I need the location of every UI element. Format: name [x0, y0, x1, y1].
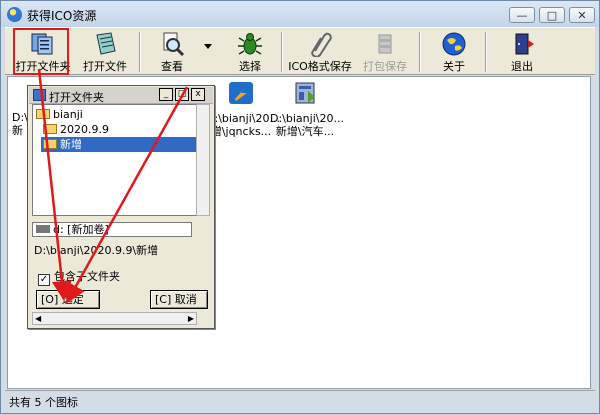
select-label: 选择	[239, 60, 261, 73]
dialog-maximize-button[interactable]: □	[175, 88, 189, 101]
folder-open-icon	[43, 139, 57, 149]
check-icon: ✓	[38, 274, 50, 286]
file-path-line: D:\	[12, 111, 28, 124]
toolbar-separator	[419, 32, 421, 72]
view-button[interactable]: 查看	[147, 28, 197, 75]
dialog-title: 打开文件夹	[49, 91, 104, 104]
tree-item-label: 2020.9.9	[60, 123, 109, 136]
folder-icon	[33, 89, 46, 101]
toolbar-separator	[139, 32, 141, 72]
view-label: 查看	[161, 60, 183, 73]
door-icon	[515, 33, 534, 55]
tree-item[interactable]: bianji	[36, 107, 83, 122]
include-subfolders-label: 包含子文件夹	[54, 270, 120, 283]
drive-select[interactable]: d: [新加卷]	[32, 222, 192, 237]
current-path: D:\bianji\2020.9.9\新增	[34, 244, 159, 257]
open-folder-dialog: 打开文件夹 _ □ x bianji 2020.9.9 新增 d: [新加卷] …	[27, 85, 215, 329]
toolbar-separator	[485, 32, 487, 72]
ok-button[interactable]: [O] 选定	[36, 290, 100, 309]
globe-icon	[7, 7, 22, 22]
file-path-line: D:\bianji\20...	[206, 112, 280, 125]
list-item[interactable]: D:\bianji\20... 增\jqncks...	[206, 79, 280, 138]
tree-item-label: bianji	[53, 108, 83, 121]
dialog-horizontal-scrollbar[interactable]: ◀ ▶	[32, 312, 197, 325]
include-subfolders-checkbox[interactable]: ✓ 包含子文件夹	[38, 268, 120, 286]
minimize-button[interactable]: —	[509, 7, 535, 23]
title-bar: 获得ICO资源 — □ ✕	[1, 1, 599, 27]
tree-scrollbar[interactable]	[196, 104, 210, 216]
list-item[interactable]: D:\bianji\20... 新增\汽车...	[270, 79, 344, 138]
open-file-button[interactable]: 打开文件	[77, 28, 133, 75]
toolbar: 打开文件夹 打开文件 查看 选择 ICO格式保存 打包保存 关于 退出	[5, 27, 595, 75]
tree-item-selected[interactable]: 新增	[41, 137, 196, 152]
about-label: 关于	[443, 60, 465, 73]
file-installer-icon	[295, 82, 315, 104]
tree-item[interactable]: 2020.9.9	[43, 122, 109, 137]
main-window: 获得ICO资源 — □ ✕ 打开文件夹 打开文件 查看 选择 ICO格式保存 打…	[0, 0, 600, 414]
view-dropdown-button[interactable]	[201, 28, 215, 75]
magnifier-icon	[163, 32, 185, 57]
close-button[interactable]: ✕	[569, 7, 595, 23]
file-app-icon	[229, 82, 253, 104]
ico-save-label: ICO格式保存	[288, 60, 352, 73]
bug-icon	[238, 33, 262, 55]
about-button[interactable]: 关于	[429, 28, 479, 75]
list-item[interactable]: D:\ 新	[12, 111, 28, 137]
tree-item-label: 新增	[60, 138, 82, 151]
scroll-left-icon: ◀	[35, 314, 42, 323]
file-path-line: 新	[12, 124, 23, 137]
dialog-minimize-button[interactable]: _	[159, 88, 173, 101]
file-path-line: D:\bianji\20...	[270, 112, 344, 125]
maximize-button[interactable]: □	[539, 7, 565, 23]
drive-icon	[36, 225, 50, 233]
cancel-button[interactable]: [C] 取消	[150, 290, 208, 309]
open-file-label: 打开文件	[83, 60, 127, 73]
pack-save-label: 打包保存	[363, 60, 407, 73]
chevron-down-icon	[204, 44, 212, 49]
status-bar: 共有 5 个图标	[5, 390, 595, 410]
ico-save-button[interactable]: ICO格式保存	[287, 28, 353, 75]
archive-icon	[378, 34, 392, 54]
toolbar-separator	[281, 32, 283, 72]
window-title: 获得ICO资源	[27, 9, 97, 23]
dialog-title-bar: 打开文件夹 _ □ x	[29, 87, 213, 104]
file-path-line: 新增\汽车...	[275, 125, 335, 138]
drive-label: d: [新加卷]	[53, 223, 109, 236]
globe-icon	[442, 32, 466, 56]
select-button[interactable]: 选择	[225, 28, 275, 75]
exit-label: 退出	[511, 60, 533, 73]
annotation-highlight-box	[13, 28, 69, 75]
folder-open-icon	[43, 124, 57, 134]
file-path-line: 增\jqncks...	[210, 125, 272, 138]
pack-save-button[interactable]: 打包保存	[357, 28, 413, 75]
status-text: 共有 5 个图标	[9, 396, 78, 409]
exit-button[interactable]: 退出	[497, 28, 547, 75]
paperclip-icon	[311, 32, 332, 57]
folder-tree[interactable]: bianji 2020.9.9 新增	[32, 104, 197, 216]
folder-open-icon	[36, 109, 50, 119]
notebook-icon	[96, 32, 116, 55]
scroll-right-icon: ▶	[187, 314, 194, 323]
dialog-close-button[interactable]: x	[191, 88, 205, 101]
